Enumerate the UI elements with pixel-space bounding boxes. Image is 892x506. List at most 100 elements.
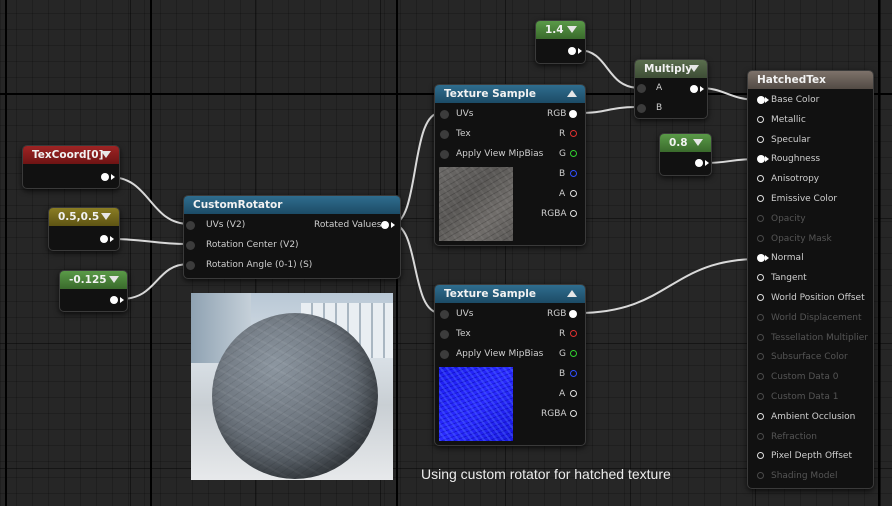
texture2-r-pin[interactable]	[570, 330, 577, 337]
texture1-rgb-pin[interactable]	[569, 110, 577, 118]
texture1-a-label: A	[559, 189, 566, 199]
material-world-displacement-pin[interactable]	[757, 313, 764, 321]
rotator-uvs-pin[interactable]	[186, 221, 195, 230]
texture2-a-pin[interactable]	[570, 390, 577, 397]
texture1-uvs-pin[interactable]	[440, 110, 449, 119]
material-normal-label: Normal	[771, 253, 804, 264]
custom-rotator-title: CustomRotator	[193, 199, 283, 211]
texture2-g-pin[interactable]	[570, 350, 577, 357]
material-custom-data-1-pin[interactable]	[757, 393, 764, 400]
output-arrow-icon	[111, 174, 115, 180]
wire-center-to-rotation-center	[109, 238, 190, 245]
texture1-mipbias-pin[interactable]	[440, 150, 449, 159]
texcoord-title: TexCoord[0]	[32, 149, 104, 161]
multiply-node[interactable]: Multiply A B	[634, 59, 708, 119]
collapse-arrow-icon[interactable]	[567, 90, 577, 97]
texture2-rgba-pin[interactable]	[570, 410, 577, 417]
material-tessellation-multiplier-pin[interactable]	[757, 333, 764, 341]
texture2-tex-pin[interactable]	[440, 330, 449, 339]
collapse-arrow-icon[interactable]	[689, 65, 699, 72]
wire-rgb-to-multiply-b	[577, 106, 641, 114]
rotator-center-pin[interactable]	[186, 241, 195, 250]
material-roughness-label: Roughness	[771, 154, 821, 165]
texture1-a-pin[interactable]	[570, 190, 577, 197]
collapse-arrow-icon[interactable]	[101, 213, 111, 220]
constant-angle-output-pin[interactable]	[110, 296, 118, 304]
multiply-input-b-pin[interactable]	[637, 104, 646, 113]
constant-08-header[interactable]: 0.8	[660, 134, 711, 152]
constant2vector-output-pin[interactable]	[100, 235, 108, 243]
custom-rotator-header[interactable]: CustomRotator	[184, 196, 400, 214]
multiply-header[interactable]: Multiply	[635, 60, 707, 78]
material-tessellation-multiplier-label: Tessellation Multiplier	[771, 332, 868, 343]
material-opacity-mask-label: Opacity Mask	[771, 233, 832, 244]
material-subsurface-color-pin[interactable]	[757, 353, 764, 361]
multiply-input-a-pin[interactable]	[637, 84, 646, 93]
output-arrow-icon	[700, 86, 704, 92]
texcoord-output-pin[interactable]	[101, 173, 109, 181]
collapse-arrow-icon[interactable]	[109, 276, 119, 283]
texture-sample-1-title: Texture Sample	[444, 88, 536, 100]
texture-sample-node-2[interactable]: Texture Sample UVs Tex Apply View MipBia…	[434, 284, 586, 446]
texture2-b-pin[interactable]	[570, 370, 577, 377]
material-anisotropy-label: Anisotropy	[771, 174, 820, 185]
multiply-output-pin[interactable]	[690, 85, 698, 93]
texture2-tex-label: Tex	[456, 329, 471, 339]
constant-14-header[interactable]: 1.4	[536, 21, 585, 39]
material-ambient-occlusion-pin[interactable]	[757, 412, 764, 420]
material-pixel-depth-offset-pin[interactable]	[757, 452, 764, 460]
texture1-tex-pin[interactable]	[440, 130, 449, 139]
collapse-arrow-icon[interactable]	[567, 26, 577, 33]
constant-angle-node[interactable]: -0.125	[59, 270, 128, 312]
material-custom-data-0-pin[interactable]	[757, 373, 764, 381]
material-emissive-color-pin[interactable]	[757, 195, 764, 202]
texture1-g-pin[interactable]	[570, 150, 577, 157]
texture1-r-pin[interactable]	[570, 130, 577, 137]
texture2-mipbias-pin[interactable]	[440, 350, 449, 359]
custom-rotator-node[interactable]: CustomRotator UVs (V2) Rotation Center (…	[183, 195, 401, 279]
rotator-output-pin[interactable]	[381, 221, 389, 229]
material-base-color-pin[interactable]	[757, 96, 765, 104]
material-opacity-label: Opacity	[771, 213, 806, 224]
texture1-rgba-pin[interactable]	[570, 210, 577, 217]
material-metallic-pin[interactable]	[757, 115, 764, 123]
texture-sample-1-header[interactable]: Texture Sample	[435, 85, 585, 103]
collapse-arrow-icon[interactable]	[101, 151, 111, 158]
texture2-a-label: A	[559, 389, 566, 399]
rotator-angle-pin[interactable]	[186, 261, 195, 270]
texture2-rgb-pin[interactable]	[569, 310, 577, 318]
texcoord-header[interactable]: TexCoord[0]	[23, 146, 119, 164]
texture1-b-pin[interactable]	[570, 170, 577, 177]
material-opacity-pin[interactable]	[757, 214, 764, 222]
material-anisotropy-pin[interactable]	[757, 175, 764, 183]
material-tangent-pin[interactable]	[757, 274, 764, 282]
collapse-arrow-icon[interactable]	[567, 290, 577, 297]
material-specular-pin[interactable]	[757, 135, 764, 143]
material-custom-data-1-label: Custom Data 1	[771, 392, 839, 402]
texture-sample-2-header[interactable]: Texture Sample	[435, 285, 585, 303]
texture2-mipbias-label: Apply View MipBias	[456, 349, 544, 359]
constant-angle-header[interactable]: -0.125	[60, 271, 127, 289]
material-normal-pin[interactable]	[757, 254, 765, 263]
material-world-position-offset-pin[interactable]	[757, 294, 764, 301]
output-arrow-icon	[705, 160, 709, 166]
material-refraction-pin[interactable]	[757, 432, 764, 440]
constant-08-node[interactable]: 0.8	[659, 133, 712, 176]
constant2vector-node[interactable]: 0.5,0.5	[48, 207, 120, 251]
material-preview-viewport[interactable]	[191, 293, 393, 480]
collapse-arrow-icon[interactable]	[693, 139, 703, 146]
constant2vector-header[interactable]: 0.5,0.5	[49, 208, 119, 226]
material-shading-model-pin[interactable]	[757, 472, 764, 480]
material-roughness-pin[interactable]	[757, 155, 765, 164]
texture2-uvs-pin[interactable]	[440, 310, 449, 319]
material-result-title: HatchedTex	[757, 74, 826, 86]
texcoord-node[interactable]: TexCoord[0]	[22, 145, 120, 189]
texture-sample-node-1[interactable]: Texture Sample UVs Tex Apply View MipBia…	[434, 84, 586, 246]
material-subsurface-color-label: Subsurface Color	[771, 352, 848, 363]
constant-14-node[interactable]: 1.4	[535, 20, 586, 64]
material-result-header[interactable]: HatchedTex	[748, 71, 873, 89]
constant-08-output-pin[interactable]	[695, 159, 703, 167]
constant-14-output-pin[interactable]	[568, 47, 576, 55]
material-result-node[interactable]: HatchedTex Base Color Metallic Specular Rou…	[747, 70, 874, 489]
material-opacity-mask-pin[interactable]	[757, 234, 764, 242]
